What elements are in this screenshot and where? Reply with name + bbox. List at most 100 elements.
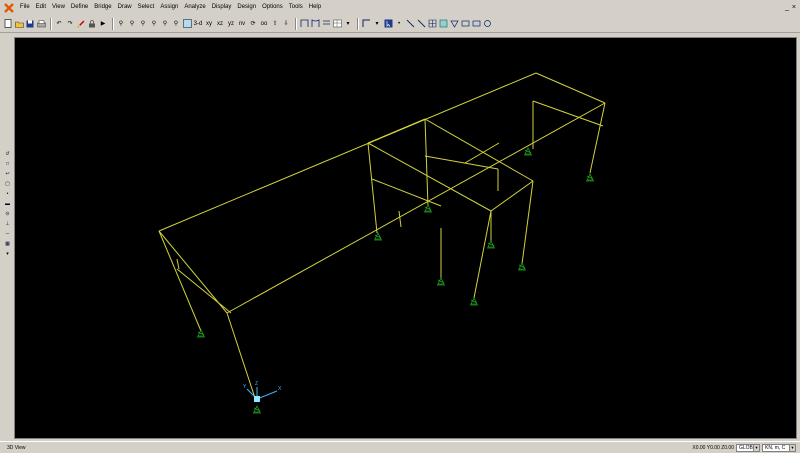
snap-fine-grid-icon[interactable]: ▦ <box>3 240 12 248</box>
draw-point-icon[interactable]: • <box>394 18 404 30</box>
fixed-support-icon[interactable] <box>470 297 478 306</box>
refresh-icon[interactable] <box>76 18 86 30</box>
draw-line-icon[interactable] <box>405 18 415 30</box>
minimize-button[interactable]: _ <box>785 0 789 15</box>
select-all-icon[interactable]: □ <box>3 160 12 168</box>
draw-grid-icon[interactable] <box>427 18 437 30</box>
dropdown-arrow-icon[interactable]: ▾ <box>3 250 12 258</box>
dropdown-arrow-icon[interactable]: ▾ <box>372 18 382 30</box>
view-yz-button[interactable]: yz <box>226 18 236 30</box>
save-icon[interactable] <box>25 18 35 30</box>
menu-design[interactable]: Design <box>234 0 259 15</box>
close-button[interactable]: × <box>792 0 796 15</box>
chevron-down-icon[interactable]: ▼ <box>753 445 759 451</box>
frame-member[interactable] <box>158 72 537 232</box>
draw-line-alt-icon[interactable] <box>416 18 426 30</box>
fixed-support-icon[interactable] <box>518 262 526 271</box>
dropdown-arrow-icon[interactable]: ▾ <box>343 18 353 30</box>
open-folder-icon[interactable] <box>14 18 24 30</box>
frame-member[interactable] <box>532 100 604 127</box>
move-up-icon[interactable]: ⇧ <box>270 18 280 30</box>
menu-analyze[interactable]: Analyze <box>181 0 208 15</box>
new-file-icon[interactable] <box>3 18 13 30</box>
lock-icon[interactable] <box>87 18 97 30</box>
fixed-support-icon[interactable] <box>437 277 445 286</box>
menu-file[interactable]: File <box>17 0 33 15</box>
units-dropdown[interactable]: KN, m, C ▼ <box>762 444 796 452</box>
structural-model-drawing[interactable]: X Y Z <box>15 38 798 440</box>
snap-joints-icon[interactable]: • <box>3 190 12 198</box>
draw-area-icon[interactable] <box>438 18 448 30</box>
coordinate-system-dropdown[interactable]: GLOBAL ▼ <box>736 444 760 452</box>
frame-member[interactable] <box>158 230 228 314</box>
menu-edit[interactable]: Edit <box>33 0 49 15</box>
view-nv-button[interactable]: nv <box>237 18 247 30</box>
menu-tools[interactable]: Tools <box>286 0 306 15</box>
draw-shape-icon[interactable] <box>449 18 459 30</box>
previous-selection-icon[interactable]: ↩ <box>3 170 12 178</box>
draw-rectangle-icon[interactable] <box>460 18 470 30</box>
menu-view[interactable]: View <box>49 0 68 15</box>
frame-member[interactable] <box>424 118 429 207</box>
model-viewport[interactable]: X Y Z <box>14 37 797 439</box>
frame-member[interactable] <box>176 258 180 270</box>
fixed-support-icon[interactable] <box>253 405 261 414</box>
menu-select[interactable]: Select <box>135 0 158 15</box>
rotate-view-icon[interactable]: ↺ <box>3 150 12 158</box>
draw-frame-icon[interactable] <box>361 18 371 30</box>
menu-bridge[interactable]: Bridge <box>91 0 114 15</box>
sap-logo-icon[interactable] <box>3 2 15 14</box>
fixed-support-icon[interactable] <box>586 173 594 182</box>
fixed-support-icon[interactable] <box>487 240 495 249</box>
menu-draw[interactable]: Draw <box>115 0 135 15</box>
display-undeformed-icon[interactable] <box>299 18 309 30</box>
view-xy-button[interactable]: xy <box>204 18 214 30</box>
frame-member[interactable] <box>367 118 426 144</box>
frame-member[interactable] <box>176 268 232 314</box>
frame-member[interactable] <box>521 180 534 265</box>
restore-previous-zoom-icon[interactable]: ⚲ <box>138 18 148 30</box>
view-xz-button[interactable]: xz <box>215 18 225 30</box>
print-icon[interactable] <box>36 18 46 30</box>
frame-member[interactable] <box>490 180 534 212</box>
menu-assign[interactable]: Assign <box>157 0 181 15</box>
fixed-support-icon[interactable] <box>197 329 205 338</box>
rubber-band-zoom-icon[interactable]: ⚲ <box>116 18 126 30</box>
frame-member[interactable] <box>424 155 499 170</box>
redo-icon[interactable]: ↷ <box>65 18 75 30</box>
zoom-in-icon[interactable]: ⚲ <box>149 18 159 30</box>
frame-member[interactable] <box>367 142 378 234</box>
pan-icon[interactable]: ⚲ <box>171 18 181 30</box>
menu-define[interactable]: Define <box>68 0 91 15</box>
menu-options[interactable]: Options <box>259 0 286 15</box>
restore-full-view-icon[interactable]: ⚲ <box>127 18 137 30</box>
perspective-button[interactable]: oo <box>259 18 269 30</box>
frame-member[interactable] <box>473 210 492 299</box>
frame-member[interactable] <box>226 102 606 314</box>
frame-member[interactable] <box>398 210 402 228</box>
run-analysis-icon[interactable]: ▶ <box>98 18 108 30</box>
chevron-down-icon[interactable]: ▼ <box>789 445 795 451</box>
frame-member[interactable] <box>535 72 606 104</box>
frame-member[interactable] <box>371 178 442 207</box>
frame-member[interactable] <box>226 312 257 402</box>
display-forces-icon[interactable] <box>321 18 331 30</box>
snap-intersection-icon[interactable]: ⊙ <box>3 210 12 218</box>
fixed-support-icon[interactable] <box>424 204 432 213</box>
fixed-support-icon[interactable] <box>524 147 532 156</box>
frame-member[interactable] <box>424 118 534 182</box>
menu-help[interactable]: Help <box>306 0 324 15</box>
draw-solid-icon[interactable] <box>471 18 481 30</box>
draw-link-icon[interactable] <box>482 18 492 30</box>
frame-member[interactable] <box>158 230 202 332</box>
menu-display[interactable]: Display <box>209 0 235 15</box>
move-down-icon[interactable]: ⇩ <box>281 18 291 30</box>
select-pointer-icon[interactable] <box>383 18 393 30</box>
undo-icon[interactable]: ↶ <box>54 18 64 30</box>
display-tables-icon[interactable] <box>332 18 342 30</box>
frame-member[interactable] <box>464 142 500 164</box>
view-3d-button[interactable]: 3-d <box>193 18 203 30</box>
snap-midpoint-icon[interactable]: ▬ <box>3 200 12 208</box>
frame-member[interactable] <box>589 102 606 174</box>
display-deformed-icon[interactable] <box>310 18 320 30</box>
